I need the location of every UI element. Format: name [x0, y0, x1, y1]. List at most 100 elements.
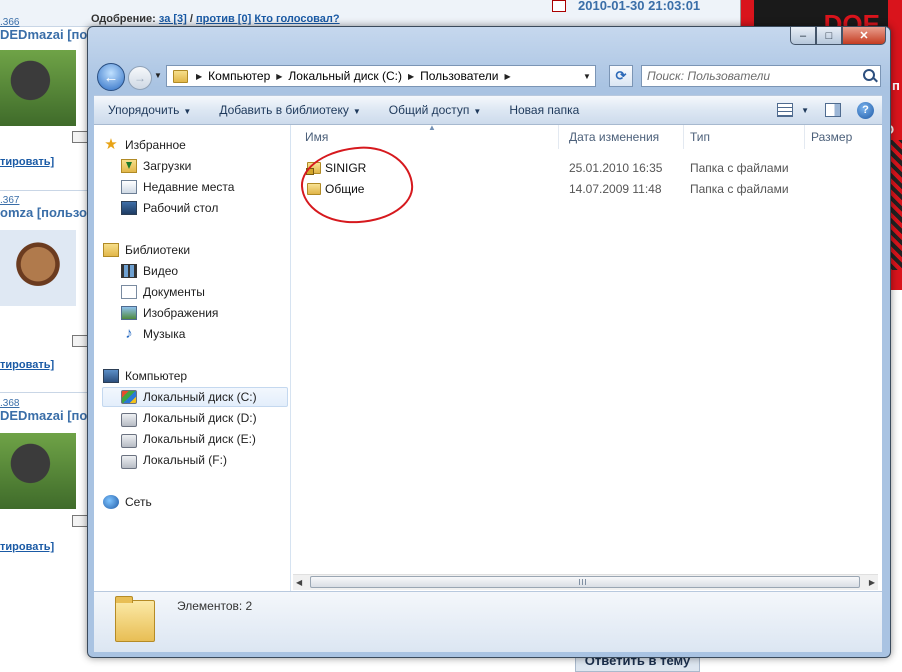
quote-link[interactable]: тировать] [0, 359, 54, 371]
drive-icon [121, 412, 137, 427]
quote-link[interactable]: тировать] [0, 541, 54, 553]
nav-label: Изображения [143, 306, 219, 320]
vote-label: Одобрение: [91, 13, 156, 25]
column-name[interactable]: Имя [299, 125, 559, 149]
mail-icon[interactable] [72, 335, 88, 347]
nav-images[interactable]: Изображения [102, 303, 288, 323]
nav-label: Видео [143, 264, 179, 278]
address-bar[interactable]: ▶ Компьютер ▶ Локальный диск (C:) ▶ Поль… [166, 65, 596, 87]
help-icon[interactable]: ? [857, 101, 874, 119]
refresh-button[interactable]: ⟳ [609, 65, 633, 87]
window-controls: – □ ✕ [790, 27, 886, 45]
nav-label: Локальный диск (C:) [143, 390, 257, 404]
downloads-icon [121, 159, 137, 173]
avatar [0, 230, 76, 306]
share-button[interactable]: Общий доступ ▼ [375, 103, 496, 117]
post-author[interactable]: omza [пользов [0, 205, 95, 220]
chevron-down-icon: ▼ [473, 107, 482, 116]
close-button[interactable]: ✕ [842, 27, 886, 45]
mail-icon[interactable] [72, 515, 88, 527]
preview-pane-icon[interactable] [825, 103, 841, 117]
minimize-button[interactable]: – [790, 27, 816, 45]
organize-button[interactable]: Упорядочить ▼ [94, 103, 205, 117]
drive-icon [121, 454, 137, 469]
add-to-library-label: Добавить в библиотеку [219, 103, 349, 117]
nav-label: Документы [143, 285, 205, 299]
nav-computer[interactable]: Компьютер [102, 366, 288, 386]
chevron-down-icon[interactable]: ▼ [801, 106, 809, 115]
explorer-window: – □ ✕ ← → ▼ ▶ Компьютер ▶ Локальный диск… [87, 26, 891, 658]
grip-icon [579, 579, 587, 585]
post-author[interactable]: DEDmazai [пол [0, 408, 95, 423]
drive-icon [121, 433, 137, 448]
quote-link[interactable]: тировать] [0, 156, 54, 168]
nav-drive-d[interactable]: Локальный диск (D:) [102, 408, 288, 428]
back-button[interactable]: ← [97, 63, 125, 91]
new-folder-button[interactable]: Новая папка [495, 103, 593, 117]
nav-recent[interactable]: Недавние места [102, 177, 288, 197]
chevron-right-icon[interactable]: ▶ [194, 72, 204, 81]
folder-icon [115, 596, 155, 642]
images-icon [121, 306, 137, 320]
nav-label: Загрузки [143, 159, 192, 173]
nav-label: Недавние места [143, 180, 235, 194]
breadcrumb-drive-c[interactable]: Локальный диск (C:) [284, 69, 406, 83]
search-icon[interactable] [863, 69, 875, 81]
breadcrumb-computer[interactable]: Компьютер [204, 69, 274, 83]
address-dropdown[interactable]: ▼ [579, 72, 595, 81]
annotation-circle [299, 144, 415, 226]
column-type[interactable]: Тип [684, 125, 805, 149]
post-divider [0, 392, 88, 393]
nav-network[interactable]: Сеть [102, 492, 288, 512]
vote-for-link[interactable]: за [3] [159, 13, 187, 25]
recent-pages-dropdown[interactable]: ▼ [154, 71, 162, 80]
nav-drive-f[interactable]: Локальный (F:) [102, 450, 288, 470]
nav-desktop[interactable]: Рабочий стол [102, 198, 288, 218]
nav-drive-c[interactable]: Локальный диск (C:) [102, 387, 288, 407]
chevron-right-icon[interactable]: ▶ [502, 72, 512, 81]
search-input[interactable]: Поиск: Пользователи [641, 65, 881, 87]
computer-icon [103, 369, 119, 383]
view-controls: ▼ ? [769, 101, 882, 119]
system-drive-icon [121, 390, 137, 404]
add-to-library-button[interactable]: Добавить в библиотеку ▼ [205, 103, 374, 117]
post-date: 2010-01-30 21:03:01 [578, 0, 701, 13]
post-divider [0, 190, 88, 191]
vote-line: Одобрение: за [3] / против [0] Кто голос… [91, 13, 340, 25]
nav-label: Избранное [125, 138, 186, 152]
horizontal-scrollbar[interactable]: ◀ ▶ [293, 574, 878, 590]
nav-libraries[interactable]: Библиотеки [102, 240, 288, 260]
nav-music[interactable]: ♪ Музыка [102, 324, 288, 344]
avatar [0, 433, 76, 509]
maximize-button[interactable]: □ [816, 27, 842, 45]
nav-label: Библиотеки [125, 243, 191, 257]
network-icon [103, 495, 119, 509]
arrow-right-icon: → [134, 71, 146, 85]
music-icon: ♪ [125, 325, 133, 342]
views-icon[interactable] [777, 103, 794, 117]
scrollbar-thumb[interactable] [310, 576, 860, 588]
chevron-right-icon[interactable]: ▶ [406, 72, 416, 81]
nav-drive-e[interactable]: Локальный диск (E:) [102, 429, 288, 449]
desktop-icon [121, 201, 137, 215]
organize-label: Упорядочить [108, 103, 180, 117]
who-voted-link[interactable]: Кто голосовал? [254, 13, 339, 25]
nav-label: Локальный диск (D:) [143, 411, 257, 425]
nav-documents[interactable]: Документы [102, 282, 288, 302]
column-modified[interactable]: Дата изменения [563, 125, 684, 149]
mail-icon[interactable] [72, 131, 88, 143]
nav-video[interactable]: Видео [102, 261, 288, 281]
scroll-left-icon[interactable]: ◀ [296, 578, 302, 587]
nav-downloads[interactable]: Загрузки [102, 156, 288, 176]
forward-button[interactable]: → [128, 66, 152, 90]
breadcrumb-users[interactable]: Пользователи [416, 69, 502, 83]
nav-favorites[interactable]: ★ Избранное [102, 135, 288, 155]
column-size[interactable]: Размер [805, 125, 882, 149]
vote-against-link[interactable]: против [0] [196, 13, 251, 25]
nav-label: Локальный (F:) [143, 453, 227, 467]
nav-label: Сеть [125, 495, 152, 509]
scroll-right-icon[interactable]: ▶ [869, 578, 875, 587]
avatar [0, 50, 76, 126]
star-icon: ★ [104, 136, 118, 153]
chevron-right-icon[interactable]: ▶ [274, 72, 284, 81]
